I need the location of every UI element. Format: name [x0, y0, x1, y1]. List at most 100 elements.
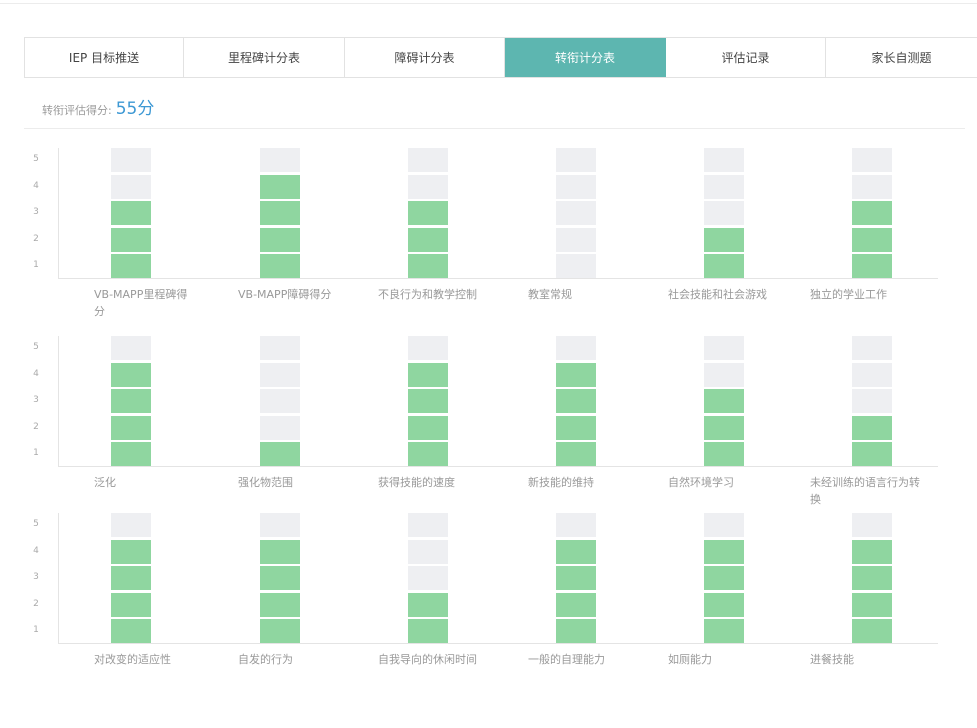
- bar: [408, 148, 448, 278]
- bar-segment-filled: [111, 254, 151, 278]
- bar-segment-filled: [556, 389, 596, 413]
- section-divider: [24, 128, 965, 129]
- bar-segment-filled: [408, 415, 448, 440]
- bar-segment-empty: [704, 362, 744, 387]
- bar-segment-empty: [704, 174, 744, 199]
- bar: [260, 513, 300, 643]
- bar-segment-filled: [260, 254, 300, 278]
- bar-segment-filled: [111, 227, 151, 252]
- score-summary: 转衔评估得分: 55分: [42, 94, 155, 119]
- bar-segment-filled: [556, 619, 596, 643]
- bar: [556, 148, 596, 278]
- bar-segment-filled: [852, 415, 892, 440]
- chart-panel-1: 1 2 3 4 5 VB-MAPP里程碑得分 VB-MAPP障碍得分 不良行为和教学控制 教室常…: [0, 148, 977, 328]
- tab-barriers-scoresheet[interactable]: 障碍计分表: [345, 38, 505, 77]
- bar-segment-filled: [556, 592, 596, 617]
- bar-segment-empty: [556, 336, 596, 360]
- y-axis: [58, 336, 59, 466]
- bar-segment-empty: [852, 513, 892, 537]
- bar: [556, 336, 596, 466]
- bar-category-label: 教室常规: [528, 288, 572, 301]
- bar-category-label: 自发的行为: [238, 653, 293, 666]
- bar-segment-filled: [852, 566, 892, 590]
- y-axis: [58, 148, 59, 278]
- y-tick-label: 3: [33, 395, 39, 405]
- bar: [852, 336, 892, 466]
- tab-assessment-records[interactable]: 评估记录: [666, 38, 826, 77]
- bar-segment-filled: [111, 201, 151, 225]
- bar-segment-empty: [852, 148, 892, 172]
- score-label: 转衔评估得分:: [42, 104, 112, 117]
- top-divider: [0, 3, 977, 4]
- bar-segment-empty: [556, 227, 596, 252]
- bar-segment-filled: [704, 539, 744, 564]
- bar: [408, 336, 448, 466]
- y-tick-label: 1: [33, 625, 39, 635]
- bar-segment-filled: [852, 201, 892, 225]
- tab-transition-scoresheet[interactable]: 转衔计分表: [505, 38, 666, 77]
- bar-segment-filled: [260, 227, 300, 252]
- bar: [852, 513, 892, 643]
- bar-segment-filled: [704, 442, 744, 466]
- tab-milestones-scoresheet[interactable]: 里程碑计分表: [184, 38, 345, 77]
- bar-segment-filled: [111, 592, 151, 617]
- tab-iep-goals[interactable]: IEP 目标推送: [25, 38, 184, 77]
- bar-segment-filled: [111, 442, 151, 466]
- y-tick-label: 1: [33, 448, 39, 458]
- bar-segment-filled: [260, 566, 300, 590]
- bar: [852, 148, 892, 278]
- bar: [556, 513, 596, 643]
- bar-segment-filled: [260, 174, 300, 199]
- bar-segment-empty: [408, 566, 448, 590]
- bar-category-label: 进餐技能: [810, 653, 854, 666]
- bar-segment-empty: [408, 336, 448, 360]
- bar-segment-empty: [111, 174, 151, 199]
- bar-category-label: 未经训练的语言行为转换: [810, 476, 920, 506]
- bar-segment-filled: [704, 254, 744, 278]
- bar-segment-empty: [260, 415, 300, 440]
- bar-segment-filled: [111, 539, 151, 564]
- bar-category-label: 自我导向的休闲时间: [378, 653, 477, 666]
- bar-segment-filled: [260, 619, 300, 643]
- bar-segment-empty: [556, 513, 596, 537]
- bar-segment-empty: [704, 201, 744, 225]
- bar-segment-empty: [556, 148, 596, 172]
- y-tick-label: 3: [33, 572, 39, 582]
- bar-segment-filled: [408, 227, 448, 252]
- bar: [111, 336, 151, 466]
- bar-category-label: 一般的自理能力: [528, 653, 605, 666]
- bar-segment-empty: [111, 336, 151, 360]
- x-axis: [58, 466, 938, 467]
- bar-category-label: 自然环境学习: [668, 476, 734, 489]
- bar-category-label: VB-MAPP里程碑得分: [94, 288, 188, 318]
- bar: [260, 148, 300, 278]
- score-value: 55分: [115, 99, 155, 119]
- bar-segment-empty: [408, 174, 448, 199]
- bar-segment-filled: [704, 227, 744, 252]
- bar-segment-empty: [111, 513, 151, 537]
- bar-segment-filled: [704, 619, 744, 643]
- bar-segment-filled: [408, 619, 448, 643]
- y-tick-label: 1: [33, 260, 39, 270]
- y-tick-label: 3: [33, 207, 39, 217]
- bar-segment-filled: [260, 201, 300, 225]
- bar-segment-empty: [704, 148, 744, 172]
- bar-category-label: 强化物范围: [238, 476, 293, 489]
- bar-segment-filled: [704, 389, 744, 413]
- tab-parent-self-test[interactable]: 家长自测题: [826, 38, 977, 77]
- bar-segment-filled: [408, 389, 448, 413]
- bar-segment-filled: [704, 592, 744, 617]
- y-tick-label: 4: [33, 180, 39, 191]
- bar-segment-filled: [408, 254, 448, 278]
- bar-segment-empty: [704, 336, 744, 360]
- bar-segment-filled: [556, 539, 596, 564]
- bar-segment-filled: [852, 592, 892, 617]
- tab-bar: IEP 目标推送 里程碑计分表 障碍计分表 转衔计分表 评估记录 家长自测题: [24, 37, 977, 78]
- bar-category-label: 对改变的适应性: [94, 653, 171, 666]
- x-axis: [58, 643, 938, 644]
- bar-segment-filled: [111, 362, 151, 387]
- bar: [704, 336, 744, 466]
- bar-segment-filled: [408, 592, 448, 617]
- bar: [408, 513, 448, 643]
- chart-panel-3: 1 2 3 4 5 对改变的适应性 自发的行为 自我导向的休闲时间 一般的自理能力 如厕能力 进餐技…: [0, 513, 977, 693]
